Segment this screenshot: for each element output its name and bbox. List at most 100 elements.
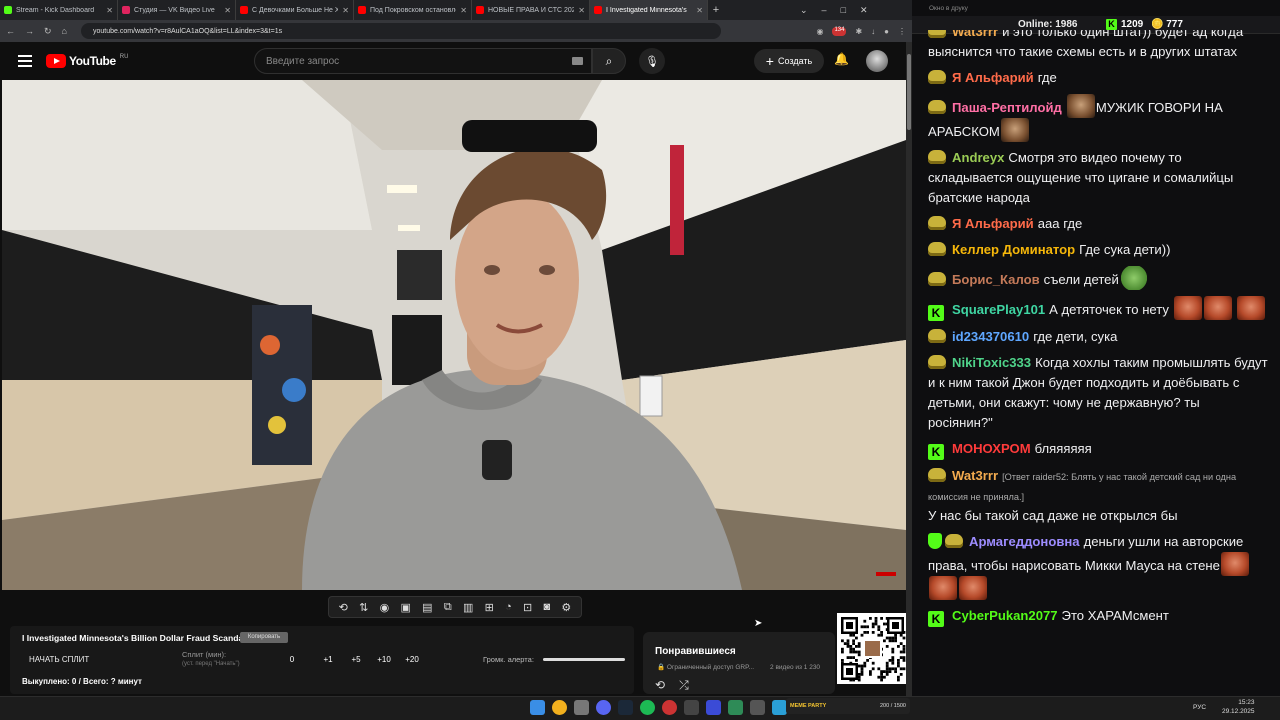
reload-icon[interactable]: ↻	[44, 26, 52, 37]
forward-icon[interactable]: →	[25, 26, 34, 36]
browser-tab[interactable]: Под Покровском остановлен ✕	[354, 0, 472, 20]
video-player[interactable]	[2, 80, 906, 590]
spotify-icon[interactable]	[640, 700, 655, 715]
film-icon[interactable]: ▤	[422, 601, 432, 614]
close-tab-icon[interactable]: ✕	[460, 6, 467, 15]
split-value-button[interactable]: +5	[342, 655, 370, 664]
keyboard-icon[interactable]	[572, 57, 583, 65]
kick-badge-icon: K	[928, 305, 944, 321]
shuffle-icon[interactable]: ⤮	[679, 678, 689, 693]
youtube-favicon-icon	[476, 6, 484, 14]
kick-badge-icon: K	[928, 444, 944, 460]
start-split-button[interactable]: НАЧАТЬ СПЛИТ	[29, 655, 89, 664]
speed-plus-icon[interactable]: ⊞	[485, 601, 494, 614]
pepe-badge-icon	[928, 150, 946, 164]
maximize-icon[interactable]: □	[841, 5, 846, 15]
download-icon[interactable]: ↓	[871, 27, 875, 36]
app-icon[interactable]	[662, 700, 677, 715]
moderator-shield-icon	[928, 533, 942, 549]
camera-icon[interactable]: ◙	[544, 601, 551, 613]
bought-summary: Выкуплено: 0 / Всего: ? минут	[22, 677, 142, 686]
pepe-badge-icon	[928, 70, 946, 84]
kick-count: K 1209	[1106, 19, 1143, 30]
app-icon[interactable]	[728, 700, 743, 715]
loop-icon[interactable]: ⟲	[339, 601, 348, 614]
address-bar[interactable]: youtube.com/watch?v=r8AulCA1aOQ&list=LL&…	[80, 23, 721, 39]
youtube-logo[interactable]: YouTube RU	[46, 54, 128, 68]
settings-gear-icon[interactable]: ⚙	[561, 601, 571, 614]
hamburger-menu-icon[interactable]	[18, 55, 32, 67]
chat-messages: Wat3rrr и это только один штат)) будет ад…	[928, 30, 1268, 690]
app-icon[interactable]	[574, 700, 589, 715]
close-tab-icon[interactable]: ✕	[342, 6, 349, 15]
close-tab-icon[interactable]: ✕	[224, 6, 231, 15]
pepe-badge-icon	[945, 534, 963, 548]
browser-tab[interactable]: Студия — VK Видео Live ✕	[118, 0, 236, 20]
discord-icon[interactable]	[596, 700, 611, 715]
coin-count: 🪙 777	[1151, 19, 1183, 30]
home-icon[interactable]: ⌂	[62, 26, 67, 36]
speedometer-icon[interactable]: ◔	[505, 601, 512, 613]
new-tab-icon[interactable]: +	[708, 4, 724, 16]
obs-icon[interactable]	[684, 700, 699, 715]
split-value-button[interactable]: +1	[314, 655, 342, 664]
split-value-button[interactable]: +10	[370, 655, 398, 664]
browser-tab-active[interactable]: I Investigated Minnesota's ✕	[590, 0, 708, 20]
close-window-icon[interactable]: ✕	[860, 5, 868, 16]
minimize-icon[interactable]: –	[822, 5, 827, 15]
menu-icon[interactable]: ⋮	[898, 27, 906, 36]
split-value-button[interactable]: +20	[398, 655, 426, 664]
clip-icon[interactable]: ▥	[463, 601, 473, 614]
repeat-icon[interactable]: ⟲	[655, 678, 665, 693]
back-icon[interactable]: ←	[6, 26, 15, 36]
extension-badge[interactable]: 134	[832, 26, 847, 36]
windows-start-icon[interactable]	[530, 700, 545, 715]
extension-icon[interactable]: ◉	[816, 27, 823, 36]
chat-message: K CyberPukan2077 Это ХАРАМсмент	[928, 606, 1268, 627]
alert-volume-slider[interactable]	[543, 658, 625, 661]
profile-icon[interactable]: ●	[884, 27, 889, 36]
voice-search-button[interactable]: 🎙	[639, 48, 665, 74]
watch-icon[interactable]: ▣	[400, 601, 410, 614]
close-tab-icon[interactable]: ✕	[106, 6, 113, 15]
steam-icon[interactable]	[618, 700, 633, 715]
browser-tab[interactable]: Stream - Kick Dashboard ✕	[0, 0, 118, 20]
close-tab-icon[interactable]: ✕	[578, 6, 585, 15]
plus-icon: +	[765, 53, 774, 69]
broadcast-icon[interactable]: ◉	[380, 601, 390, 614]
puzzle-icon[interactable]: ✱	[855, 27, 862, 36]
telegram-icon[interactable]	[772, 700, 787, 715]
playlist-title[interactable]: Понравившиеся	[655, 646, 736, 657]
youtube-favicon-icon	[240, 6, 248, 14]
chrome-icon[interactable]	[552, 700, 567, 715]
vk-favicon-icon	[122, 6, 130, 14]
search-icon: ⌕	[605, 53, 613, 68]
browser-tab[interactable]: НОВЫЕ ПРАВА И СТС 2026! и✕	[472, 0, 590, 20]
screenshot-icon[interactable]: ⊡	[523, 601, 532, 614]
search-button[interactable]: ⌕	[592, 48, 626, 74]
qr-code-image	[841, 617, 906, 682]
browser-toolbar: ← → ↻ ⌂ youtube.com/watch?v=r8AulCA1aOQ&…	[0, 20, 912, 42]
close-tab-icon[interactable]: ✕	[696, 6, 703, 15]
system-clock[interactable]: 15:23 29.12.2025	[1222, 698, 1255, 716]
kick-badge-icon: K	[928, 611, 944, 627]
player-extension-toolbar: ⟲ ⇅ ◉ ▣ ▤ ⧉ ▥ ⊞ ◔ ⊡ ◙ ⚙	[328, 596, 582, 618]
picture-in-picture-icon[interactable]: ⧉	[444, 601, 452, 614]
notifications-bell-icon[interactable]: 🔔	[834, 52, 849, 66]
chat-message: K SquarePlay101 А детяточек то нету	[928, 296, 1268, 321]
avatar[interactable]	[866, 50, 888, 72]
lock-icon: 🔒	[657, 664, 667, 671]
app-icon[interactable]	[750, 700, 765, 715]
meme-party-widget[interactable]: MEME PARTY 200 / 1500	[786, 698, 910, 714]
copy-button[interactable]: Копировать	[240, 632, 288, 643]
chat-window-title: Окно в друку	[929, 5, 968, 12]
browser-tab[interactable]: С Девочками Больше Не Хоч ✕	[236, 0, 354, 20]
sort-icon[interactable]: ⇅	[359, 601, 368, 614]
search-input[interactable]: Введите запрос	[254, 48, 592, 74]
split-value-button[interactable]: 0	[278, 655, 306, 664]
tab-search-icon[interactable]: ⌄	[800, 5, 808, 16]
app-icon[interactable]	[706, 700, 721, 715]
split-panel: I Investigated Minnesota's Billion Dolla…	[10, 626, 634, 694]
language-indicator[interactable]: РУС	[1193, 704, 1206, 711]
create-button[interactable]: + Создать	[754, 49, 824, 73]
